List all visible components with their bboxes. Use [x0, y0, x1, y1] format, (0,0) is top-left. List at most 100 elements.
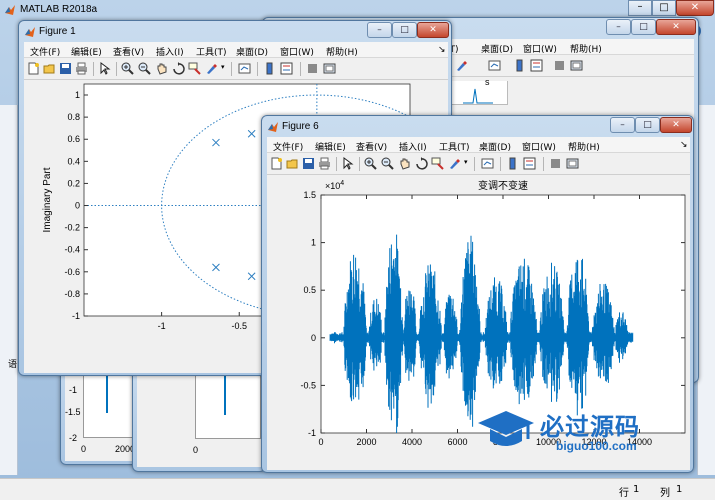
rotate-3d-icon[interactable]: [172, 62, 185, 75]
save-icon[interactable]: [302, 157, 315, 170]
menu-view[interactable]: 查看(V): [356, 140, 387, 153]
figure6-close-button[interactable]: ✕: [660, 117, 692, 133]
signal-ytick-label: 1.5: [303, 190, 316, 200]
print-icon[interactable]: [318, 157, 331, 170]
menu-insert[interactable]: 插入(I): [399, 140, 427, 153]
signal-ytick-label: 0: [311, 333, 316, 343]
legend-icon[interactable]: [530, 59, 543, 72]
figure6-toolbar: ▾: [267, 153, 690, 175]
hide-tools-icon[interactable]: [306, 62, 319, 75]
bottom-plot-window-mid: 0: [132, 360, 266, 472]
menu-desktop[interactable]: 桌面(D): [236, 45, 268, 58]
menu-edit[interactable]: 编辑(E): [315, 140, 346, 153]
pan-hand-icon[interactable]: [398, 157, 411, 170]
brush-dropdown-icon[interactable]: ▾: [464, 158, 468, 166]
figure1-close-button[interactable]: ✕: [417, 22, 449, 38]
dock-icon[interactable]: [323, 62, 336, 75]
figure6-menubar: 文件(F) 编辑(E) 查看(V) 插入(I) 工具(T) 桌面(D) 窗口(W…: [267, 137, 690, 153]
rotate-3d-icon[interactable]: [415, 157, 428, 170]
brush-icon[interactable]: [205, 62, 218, 75]
data-cursor-icon[interactable]: [431, 157, 444, 170]
brush-icon[interactable]: [455, 59, 468, 72]
pz-ytick-label: -0.6: [64, 267, 80, 277]
signal-xtick-label: 6000: [447, 437, 467, 447]
matlab-close-button[interactable]: ✕: [676, 0, 714, 16]
matlab-maximize-button[interactable]: □: [652, 0, 676, 16]
pz-ytick-label: -0.4: [64, 245, 80, 255]
dock-icon[interactable]: [566, 157, 579, 170]
figure1-maximize-button[interactable]: □: [392, 22, 417, 38]
back-figure-close-button[interactable]: ✕: [656, 19, 696, 35]
menu-window[interactable]: 窗口(W): [280, 45, 314, 58]
legend-icon[interactable]: [523, 157, 536, 170]
brush-dropdown-icon[interactable]: ▾: [221, 63, 225, 71]
status-col-value: 1: [676, 484, 683, 495]
brush-icon[interactable]: [448, 157, 461, 170]
zoom-out-icon[interactable]: [381, 157, 394, 170]
menu-insert[interactable]: 插入(I): [156, 45, 184, 58]
data-cursor-icon[interactable]: [188, 62, 201, 75]
bottom-left-xtick: 0: [81, 444, 87, 454]
edit-plot-cursor-icon[interactable]: [98, 62, 111, 75]
menu-help[interactable]: 帮助(H): [326, 45, 358, 58]
menu-file[interactable]: 文件(F): [273, 140, 303, 153]
menu-view[interactable]: 查看(V): [113, 45, 144, 58]
dock-icon[interactable]: [570, 59, 583, 72]
menu-tools[interactable]: 工具(T): [196, 45, 227, 58]
link-plot-icon[interactable]: [488, 59, 501, 72]
signal-xtick-label: 2000: [356, 437, 376, 447]
zoom-in-icon[interactable]: [364, 157, 377, 170]
figure1-toolbar: ▾: [24, 58, 448, 80]
pz-xtick-label: -1: [158, 321, 166, 331]
figure6-maximize-button[interactable]: □: [635, 117, 660, 133]
menu-desktop[interactable]: 桌面(D): [479, 140, 511, 153]
new-figure-icon[interactable]: [27, 62, 40, 75]
zoom-in-icon[interactable]: [121, 62, 134, 75]
pz-xtick-label: -0.5: [231, 321, 247, 331]
colorbar-icon[interactable]: [263, 62, 276, 75]
hide-tools-icon[interactable]: [549, 157, 562, 170]
menu-dock-arrow[interactable]: ↘: [438, 45, 446, 55]
link-plot-icon[interactable]: [238, 62, 251, 75]
back-menu-help[interactable]: 帮助(H): [570, 42, 602, 55]
bottom-plot-left-signal: [106, 371, 108, 413]
menu-tools[interactable]: 工具(T): [439, 140, 470, 153]
command-window-label: 语: [8, 360, 18, 370]
watermark: 必过源码 biguo100.com: [476, 405, 686, 463]
matlab-minimize-button[interactable]: –: [628, 0, 652, 16]
pz-ytick-label: -0.2: [64, 223, 80, 233]
graduation-cap-icon: [478, 411, 534, 446]
menu-dock-arrow[interactable]: ↘: [680, 140, 688, 150]
toolbar-separator: [231, 62, 232, 76]
zoom-out-icon[interactable]: [138, 62, 151, 75]
pz-ytick-label: -0.8: [64, 289, 80, 299]
back-menu-window[interactable]: 窗口(W): [523, 42, 557, 55]
figure6-minimize-button[interactable]: –: [610, 117, 635, 133]
legend-icon[interactable]: [280, 62, 293, 75]
menu-edit[interactable]: 编辑(E): [71, 45, 102, 58]
save-icon[interactable]: [59, 62, 72, 75]
print-icon[interactable]: [75, 62, 88, 75]
matlab-window-title: MATLAB R2018a: [20, 4, 98, 15]
back-menu-desktop[interactable]: 桌面(D): [481, 42, 513, 55]
back-figure-maximize-button[interactable]: □: [631, 19, 656, 35]
menu-help[interactable]: 帮助(H): [568, 140, 600, 153]
open-file-icon[interactable]: [286, 157, 299, 170]
menu-window[interactable]: 窗口(W): [522, 140, 556, 153]
toolbar-separator: [93, 62, 94, 76]
matlab-status-bar: 行 1 列 1: [0, 478, 715, 500]
open-file-icon[interactable]: [43, 62, 56, 75]
back-figure-minimize-button[interactable]: –: [606, 19, 631, 35]
exponent-power: 4: [340, 180, 344, 187]
colorbar-icon[interactable]: [513, 59, 526, 72]
hide-tools-icon[interactable]: [553, 59, 566, 72]
link-plot-icon[interactable]: [481, 157, 494, 170]
pan-hand-icon[interactable]: [155, 62, 168, 75]
figure1-minimize-button[interactable]: –: [367, 22, 392, 38]
edit-plot-cursor-icon[interactable]: [341, 157, 354, 170]
figure1-title: Figure 1: [39, 26, 76, 37]
menu-file[interactable]: 文件(F): [30, 45, 60, 58]
new-figure-icon[interactable]: [270, 157, 283, 170]
pz-ytick-label: 0.2: [67, 178, 80, 188]
colorbar-icon[interactable]: [506, 157, 519, 170]
